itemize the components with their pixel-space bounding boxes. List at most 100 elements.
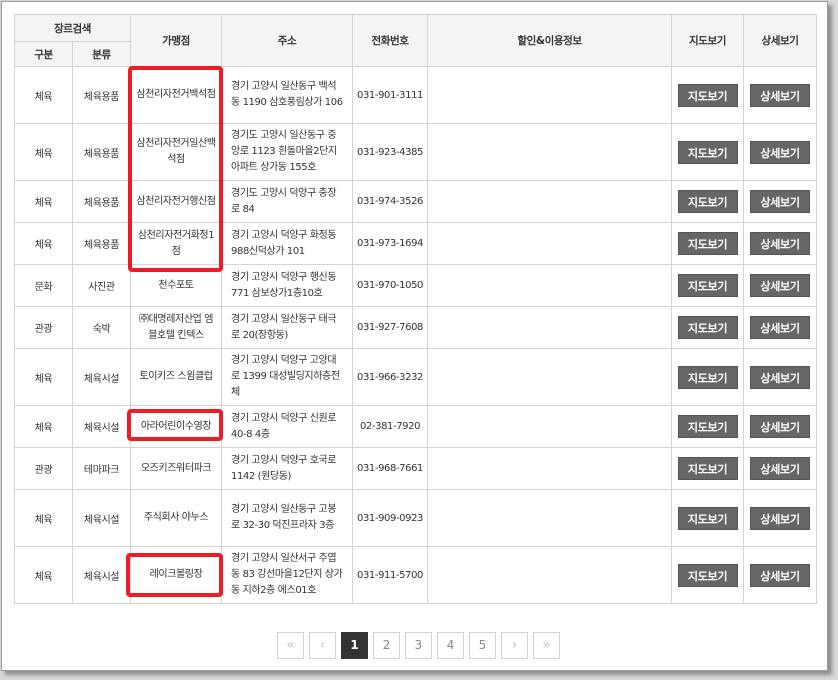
subcategory-cell: 체육용품 <box>71 180 132 223</box>
map-button[interactable]: 지도보기 <box>677 140 738 164</box>
category-cell: 문화 <box>14 264 73 307</box>
first-page-button[interactable]: « <box>277 632 304 659</box>
detail-button[interactable]: 상세보기 <box>750 415 811 438</box>
detail-button[interactable]: 상세보기 <box>750 140 811 164</box>
detail-button[interactable]: 상세보기 <box>750 232 811 255</box>
subcategory-cell: 테마파크 <box>71 447 132 490</box>
detail-button[interactable]: 상세보기 <box>750 83 811 107</box>
discount-cell <box>427 222 673 265</box>
map-button[interactable]: 지도보기 <box>677 415 738 438</box>
detail-button[interactable]: 상세보기 <box>750 190 811 213</box>
map-button[interactable]: 지도보기 <box>677 232 738 255</box>
next-page-button[interactable]: › <box>501 632 528 659</box>
map-button[interactable]: 지도보기 <box>677 316 738 339</box>
table-row: 체육 체육용품 삼천리자전거화정1점 경기 고양시 덕양구 화정동 988신덕상가 1… <box>14 222 818 265</box>
map-button-cell: 지도보기 <box>671 306 745 349</box>
detail-button-cell: 상세보기 <box>743 123 818 181</box>
discount-cell <box>427 306 673 349</box>
discount-cell <box>427 180 673 223</box>
table-row: 체육 체육용품 삼천리자전거백석점 경기 고양시 일산동구 백석동 1190 삼호풍림… <box>14 66 818 124</box>
map-button[interactable]: 지도보기 <box>677 83 738 107</box>
discount-cell <box>427 405 673 448</box>
phone-cell: 031-970-1050 <box>352 264 429 307</box>
table-row: 체육 체육용품 삼천리자전거행신점 경기도 고양시 덕양구 충장로 84 031-974… <box>14 180 818 223</box>
discount-cell <box>427 264 673 307</box>
phone-cell: 031-923-4385 <box>352 123 429 181</box>
table-row: 관광 테마파크 오즈키즈워터파크 경기 고양시 덕양구 호국로 1142 (원당동) 0… <box>14 447 818 490</box>
address-cell: 경기 고양시 덕양구 호국로 1142 (원당동) <box>221 447 354 490</box>
map-button-cell: 지도보기 <box>671 546 745 604</box>
address-cell: 경기 고양시 덕양구 화정동 988신덕상가 101 <box>221 222 354 265</box>
page-4-button[interactable]: 4 <box>437 632 464 659</box>
map-button[interactable]: 지도보기 <box>677 274 738 297</box>
page-3-button[interactable]: 3 <box>405 632 432 659</box>
subcategory-cell: 숙박 <box>71 306 132 349</box>
detail-button-cell: 상세보기 <box>743 405 818 448</box>
detail-button[interactable]: 상세보기 <box>750 563 811 587</box>
discount-cell <box>427 66 673 124</box>
subcategory-cell: 체육시설 <box>71 546 132 604</box>
store-name-cell: 삼천리자전거화정1점 <box>130 222 223 265</box>
map-button-cell: 지도보기 <box>671 264 745 307</box>
address-cell: 경기 고양시 덕양구 고양대로 1399 대성빌딩지하층전체 <box>221 348 354 406</box>
detail-button-cell: 상세보기 <box>743 489 818 547</box>
discount-cell <box>427 489 673 547</box>
page-1-button[interactable]: 1 <box>341 632 368 659</box>
last-page-button[interactable]: » <box>533 632 560 659</box>
address-cell: 경기 고양시 일산동구 백석동 1190 삼호풍림상가 106 <box>221 66 354 124</box>
discount-cell <box>427 546 673 604</box>
map-button[interactable]: 지도보기 <box>677 457 738 480</box>
detail-button[interactable]: 상세보기 <box>750 365 811 389</box>
discount-cell <box>427 123 673 181</box>
prev-page-button[interactable]: ‹ <box>309 632 336 659</box>
address-cell: 경기 고양시 일산서구 주엽동 83 강선마을12단지 상가동 지하2층 에스0… <box>221 546 354 604</box>
store-name-cell: 아라어린이수영장 <box>130 405 223 448</box>
address-cell: 경기 고양시 일산동구 태극로 20(장항동) <box>221 306 354 349</box>
store-table: 장르검색 가맹점 주소 전화번호 할인&이용정보 지도보기 상세보기 구분 분류… <box>13 14 818 604</box>
store-name-cell: 삼천리자전거일산백석점 <box>130 123 223 181</box>
category-cell: 체육 <box>14 489 73 547</box>
detail-header: 상세보기 <box>743 14 818 67</box>
phone-cell: 031-927-7608 <box>352 306 429 349</box>
table-row: 체육 체육시설 주식회사 야누스 경기 고양시 일산동구 고봉로 32-30 덕진프라… <box>14 489 818 547</box>
phone-cell: 031-966-3232 <box>352 348 429 406</box>
page-2-button[interactable]: 2 <box>373 632 400 659</box>
address-cell: 경기 고양시 일산동구 고봉로 32-30 덕진프라자 3층 <box>221 489 354 547</box>
category-cell: 체육 <box>14 348 73 406</box>
store-name-cell: 주식회사 야누스 <box>130 489 223 547</box>
subcategory-cell: 체육용품 <box>71 123 132 181</box>
map-button-cell: 지도보기 <box>671 66 745 124</box>
map-button[interactable]: 지도보기 <box>677 190 738 213</box>
phone-cell: 031-974-3526 <box>352 180 429 223</box>
store-name-cell: 레이크볼링장 <box>130 546 223 604</box>
genre-search-header: 장르검색 <box>13 14 132 42</box>
phone-header: 전화번호 <box>352 14 429 67</box>
subcategory-cell: 체육용품 <box>71 222 132 265</box>
page-5-button[interactable]: 5 <box>469 632 496 659</box>
map-button[interactable]: 지도보기 <box>677 563 738 587</box>
detail-button[interactable]: 상세보기 <box>750 457 811 480</box>
detail-button-cell: 상세보기 <box>743 222 818 265</box>
discount-cell <box>427 348 673 406</box>
phone-cell: 031-973-1694 <box>352 222 429 265</box>
discount-cell <box>427 447 673 490</box>
detail-button[interactable]: 상세보기 <box>750 316 811 339</box>
category-header: 구분 <box>14 41 73 67</box>
detail-button-cell: 상세보기 <box>743 264 818 307</box>
subcategory-cell: 체육시설 <box>71 348 132 406</box>
table-row: 문화 사진관 천수포토 경기 고양시 덕양구 행신동 771 삼보상가1층10호 031… <box>14 264 818 307</box>
map-button[interactable]: 지도보기 <box>677 506 738 530</box>
store-name-cell: 삼천리자전거백석점 <box>130 66 223 124</box>
table-row: 관광 숙박 ㈜대명레저산업 엠블호텔 킨텍스 경기 고양시 일산동구 태극로 20(장… <box>14 306 818 349</box>
table-row: 체육 체육시설 토이키즈 스윔클럽 경기 고양시 덕양구 고양대로 1399 대성빌딩… <box>14 348 818 406</box>
category-cell: 관광 <box>14 447 73 490</box>
detail-button-cell: 상세보기 <box>743 546 818 604</box>
address-cell: 경기도 고양시 일산동구 중앙로 1123 흰돌마을2단지아파트 상가동 155… <box>221 123 354 181</box>
detail-button[interactable]: 상세보기 <box>750 274 811 297</box>
page-frame: 장르검색 가맹점 주소 전화번호 할인&이용정보 지도보기 상세보기 구분 분류… <box>1 1 828 671</box>
category-cell: 체육 <box>14 405 73 448</box>
map-button[interactable]: 지도보기 <box>677 365 738 389</box>
store-name-cell: 천수포토 <box>130 264 223 307</box>
detail-button[interactable]: 상세보기 <box>750 506 811 530</box>
address-cell: 경기 고양시 덕양구 신원로 40-8 4층 <box>221 405 354 448</box>
